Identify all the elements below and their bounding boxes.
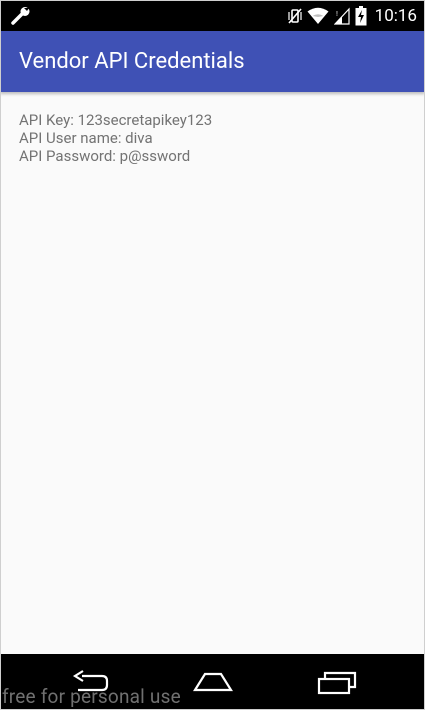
svg-text:!: !	[336, 11, 338, 18]
home-icon[interactable]	[192, 667, 234, 697]
page-title: Vendor API Credentials	[19, 49, 245, 74]
clock-time: 10:16	[374, 6, 417, 26]
api-password-text: API Password: p@ssword	[19, 147, 191, 165]
window-border	[0, 0, 425, 710]
signal-icon: !	[333, 7, 350, 25]
api-key-text: API Key: 123secretapikey123	[19, 111, 213, 129]
wifi-icon	[307, 7, 329, 24]
app-bar: Vendor API Credentials	[0, 31, 425, 92]
battery-charging-icon	[355, 6, 367, 26]
watermark-text: free for personal use	[2, 685, 181, 708]
vibrate-mute-icon	[288, 8, 302, 24]
api-username-text: API User name: diva	[19, 129, 153, 147]
credentials-panel: API Key: 123secretapikey123 API User nam…	[19, 111, 212, 165]
status-bar: ! 10:16	[0, 0, 425, 31]
recents-icon[interactable]	[316, 667, 358, 697]
wrench-icon	[11, 7, 30, 25]
